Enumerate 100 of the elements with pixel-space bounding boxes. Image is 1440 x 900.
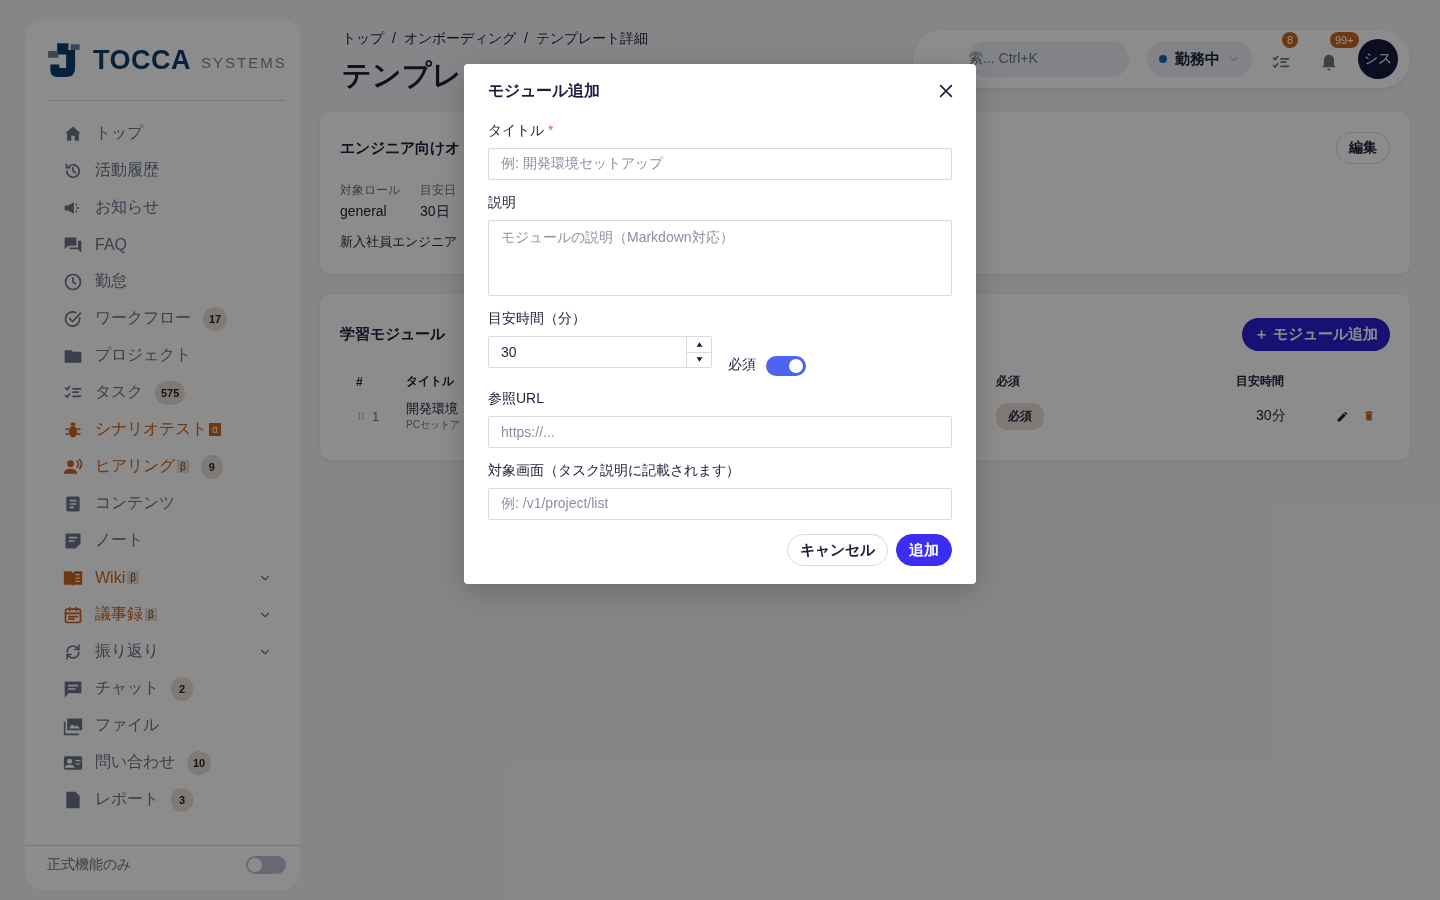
- toggle-label: 必須: [728, 356, 756, 374]
- input-field[interactable]: https://...: [488, 416, 952, 448]
- feature-tag: β: [177, 460, 189, 473]
- sidebar-item[interactable]: 問い合わせ 10: [63, 744, 286, 781]
- feature-tag: β: [127, 571, 139, 584]
- report-icon: [63, 789, 83, 810]
- status-dot: [1159, 55, 1167, 63]
- toggle-switch[interactable]: [766, 356, 806, 376]
- sidebar-item[interactable]: シナリオテスト α: [63, 411, 286, 448]
- breadcrumb-current: テンプレート詳細: [535, 30, 648, 48]
- card-title: 学習モジュール: [340, 325, 445, 344]
- sidebar-item-label: トップ: [95, 123, 143, 143]
- dialog-title: モジュール追加: [488, 80, 600, 101]
- check-circle-icon: [63, 308, 83, 329]
- breadcrumb-link[interactable]: オンボーディング: [403, 30, 516, 48]
- sidebar-item-label: 問い合わせ: [95, 752, 175, 772]
- toggle-label: 正式機能のみ: [47, 856, 131, 874]
- edit-button[interactable]: 編集: [1336, 132, 1390, 164]
- feature-tag: α: [209, 423, 221, 436]
- sidebar-item[interactable]: ファイル: [63, 707, 286, 744]
- feature-tag: β: [145, 608, 157, 621]
- sidebar-item[interactable]: トップ: [63, 115, 286, 152]
- row-number: 1: [372, 408, 380, 424]
- search-field[interactable]: 索... Ctrl+K: [969, 41, 1129, 77]
- trash-icon[interactable]: [1363, 410, 1375, 422]
- triangle-up-icon[interactable]: [694, 339, 704, 349]
- triangle-down-icon[interactable]: [694, 355, 704, 365]
- sidebar-item[interactable]: お知らせ: [63, 189, 286, 226]
- sidebar-item[interactable]: Wiki β: [63, 559, 286, 596]
- sidebar-item[interactable]: コンテンツ: [63, 485, 286, 522]
- sidebar-item[interactable]: プロジェクト: [63, 337, 286, 374]
- module-title: 開発環境: [406, 400, 458, 418]
- count-badge: 99+: [1330, 32, 1359, 48]
- breadcrumb-separator: /: [523, 30, 528, 48]
- textarea-field[interactable]: モジュールの説明（Markdown対応）: [488, 220, 952, 296]
- cancel-button[interactable]: キャンセル: [787, 534, 888, 566]
- add-button[interactable]: 追加: [896, 534, 952, 566]
- column-header: #: [356, 374, 363, 389]
- sidebar-item[interactable]: 活動履歴: [63, 152, 286, 189]
- pencil-icon[interactable]: [1336, 409, 1349, 423]
- required-tag: 必須: [996, 402, 1044, 430]
- meta-label: 対象ロール: [340, 182, 400, 199]
- sidebar-item-label: ノート: [95, 530, 143, 550]
- sidebar-item-label: コンテンツ: [95, 493, 175, 513]
- breadcrumb-separator: /: [392, 30, 396, 48]
- clock-icon: [63, 271, 83, 292]
- sidebar-item-label: ワークフロー: [95, 308, 191, 328]
- sidebar-item[interactable]: FAQ: [63, 226, 286, 263]
- sidebar-item-label: FAQ: [95, 235, 127, 254]
- count-badge: 3: [171, 787, 193, 812]
- sidebar-item[interactable]: レポート 3: [63, 781, 286, 818]
- sidebar-item[interactable]: ワークフロー 17: [63, 300, 286, 337]
- count-badge: 2: [171, 676, 193, 701]
- input-field[interactable]: 例: /v1/project/list: [488, 488, 952, 520]
- sidebar-item-label: ファイル: [95, 715, 159, 735]
- sidebar-item-label: お知らせ: [95, 197, 159, 217]
- description-text: 新入社員エンジニア: [340, 233, 457, 251]
- sidebar-item-label: Wiki: [95, 568, 126, 587]
- status-label: 勤務中: [1175, 49, 1220, 69]
- logo-brand-text: TOCCA: [93, 44, 191, 76]
- field-value: 30: [501, 344, 517, 360]
- drag-handle-icon[interactable]: [356, 411, 366, 421]
- sidebar-item[interactable]: 議事録 β: [63, 596, 286, 633]
- sidebar-item[interactable]: タスク 575: [63, 374, 286, 411]
- input-field[interactable]: 例: 開発環境セットアップ: [488, 148, 952, 180]
- sidebar-item-label: 勤怠: [95, 271, 127, 291]
- calendar-icon: [63, 604, 83, 625]
- number-field[interactable]: 30: [488, 336, 712, 368]
- logo-icon: [47, 42, 83, 78]
- count-badge: 8: [1282, 32, 1299, 48]
- sidebar-item[interactable]: 勤怠: [63, 263, 286, 300]
- column-header: 必須: [996, 374, 1020, 388]
- meta-label: 目安日: [420, 182, 456, 199]
- sidebar-item-label: 議事録: [95, 604, 143, 624]
- status-dropdown[interactable]: 勤務中: [1147, 41, 1252, 77]
- field-label: 説明: [488, 194, 516, 212]
- count-badge: 9: [200, 454, 223, 479]
- add-module-button[interactable]: ＋ モジュール追加: [1241, 318, 1390, 351]
- sidebar-item[interactable]: チャット 2: [63, 670, 286, 707]
- logo-suffix-text: SYSTEMS: [201, 53, 287, 71]
- count-badge: 575: [155, 380, 186, 405]
- field-label: 目安時間（分）: [488, 310, 586, 328]
- sidebar-item-label: プロジェクト: [95, 345, 191, 365]
- sidebar-item[interactable]: ノート: [63, 522, 286, 559]
- sidebar-item-label: チャット: [95, 678, 159, 698]
- sidebar-item[interactable]: ヒアリング β 9: [63, 448, 286, 485]
- sidebar-item[interactable]: 振り返り: [63, 633, 286, 670]
- user-avatar[interactable]: シス: [1358, 39, 1398, 79]
- breadcrumb-link[interactable]: トップ: [342, 30, 384, 48]
- toggle-switch[interactable]: [246, 856, 286, 874]
- page-title: テンプレ: [342, 58, 462, 93]
- sidebar-item-label: レポート: [95, 789, 159, 809]
- column-header: 目安時間: [1236, 374, 1284, 388]
- card-title: エンジニア向けオ: [340, 138, 460, 158]
- count-badge: 10: [187, 750, 212, 775]
- field-label: 対象画面（タスク説明に記載されます）: [488, 462, 740, 480]
- column-header: タイトル: [406, 374, 454, 388]
- sidebar-item-label: シナリオテスト: [95, 419, 207, 439]
- meta-value: general: [340, 203, 388, 219]
- meta-value: 30日: [420, 203, 451, 221]
